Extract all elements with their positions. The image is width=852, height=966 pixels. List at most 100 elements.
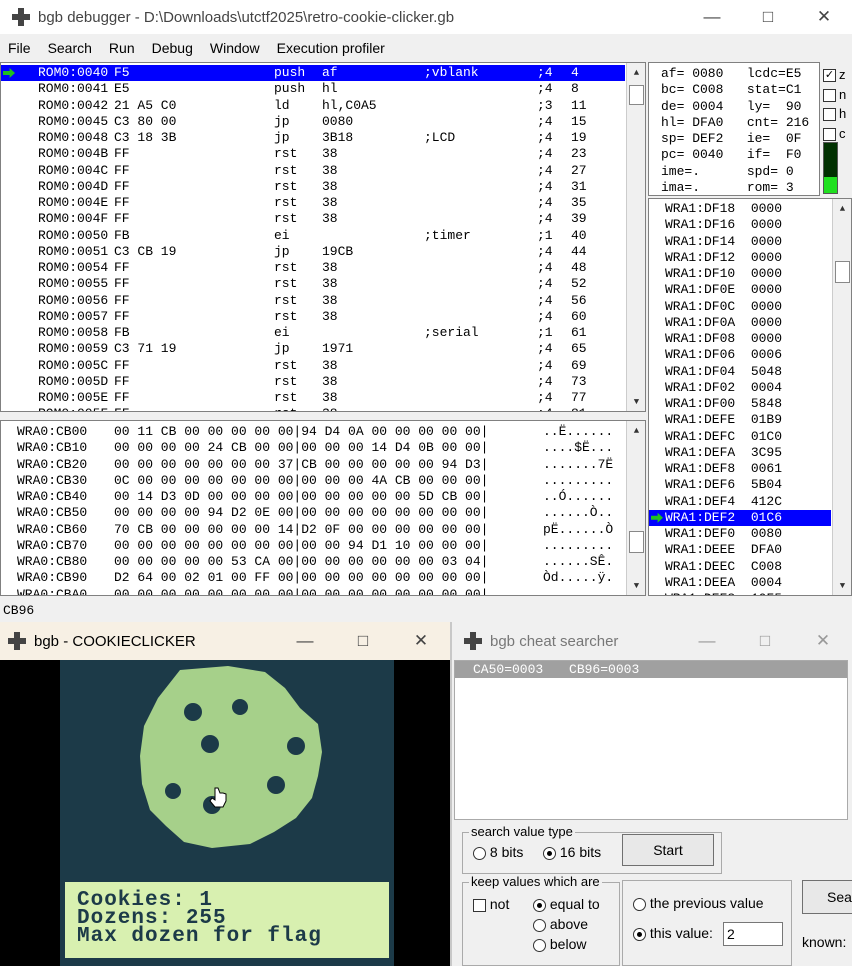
stack-row[interactable]: WRA1:DF10 0000	[649, 266, 831, 282]
cheat-results-row[interactable]: CA50=0003 CB96=0003	[455, 661, 847, 678]
memory-row[interactable]: WRA0:CBA0 00 00 00 00 00 00 00 00|00 00 0…	[1, 587, 625, 596]
menu-execution-profiler[interactable]: Execution profiler	[269, 36, 394, 60]
registers-pane[interactable]: af= 0080 lcdc=E5 bc= C008 stat=C1 de= 0004…	[648, 62, 820, 196]
disasm-row[interactable]: ROM0:005C FF rst 38 ;4 69	[1, 358, 625, 374]
radio-previous[interactable]	[633, 897, 646, 911]
disassembly-pane[interactable]: ROM0:0040 F5 push af ;vblank ;4 4 ROM0:0041 E5 pu…	[0, 62, 646, 412]
memory-row[interactable]: WRA0:CB00 00 11 CB 00 00 00 00 00|94 D4 0…	[1, 424, 625, 440]
stack-row[interactable]: WRA1:DEF4 412C	[649, 494, 831, 510]
this-value-input[interactable]: 2	[723, 922, 783, 946]
stack-row[interactable]: WRA1:DF14 0000	[649, 234, 831, 250]
close-button[interactable]: ✕	[794, 624, 852, 658]
stack-row[interactable]: WRA1:DEF8 0061	[649, 461, 831, 477]
scroll-up-arrow-icon[interactable]: ▲	[627, 421, 645, 440]
disasm-row[interactable]: ROM0:005E FF rst 38 ;4 77	[1, 390, 625, 406]
option-above[interactable]: above	[533, 916, 588, 932]
stack-row[interactable]: WRA1:DEE8 10F5	[649, 591, 831, 595]
disasm-row[interactable]: ROM0:0056 FF rst 38 ;4 56	[1, 293, 625, 309]
option-this-value[interactable]: this value:	[633, 925, 713, 941]
disasm-row[interactable]: ROM0:0058 FB ei ;serial ;1 61	[1, 325, 625, 341]
flag-n[interactable]: n	[823, 85, 852, 105]
memory-row[interactable]: WRA0:CB10 00 00 00 00 24 CB 00 00|00 00 0…	[1, 440, 625, 456]
disasm-row[interactable]: ROM0:0048 C3 18 3B jp 3B18 ;LCD ;4 19	[1, 130, 625, 146]
disasm-row[interactable]: ROM0:005F FF rst 38 ;4 81	[1, 406, 625, 411]
game-titlebar[interactable]: bgb - COOKIECLICKER — □ ✕	[0, 622, 450, 660]
option-equal[interactable]: equal to	[533, 896, 600, 912]
disasm-row[interactable]: ROM0:0041 E5 push hl ;4 8	[1, 81, 625, 97]
disasm-row[interactable]: ROM0:004C FF rst 38 ;4 27	[1, 163, 625, 179]
flag-checkbox[interactable]: ✓	[823, 69, 836, 83]
scroll-up-arrow-icon[interactable]: ▲	[833, 199, 851, 218]
scroll-down-arrow-icon[interactable]: ▼	[833, 576, 851, 595]
maximize-button[interactable]: □	[740, 0, 796, 34]
close-button[interactable]: ✕	[796, 0, 852, 34]
search-button[interactable]: Sea	[802, 880, 852, 914]
menu-window[interactable]: Window	[202, 36, 269, 60]
scroll-down-arrow-icon[interactable]: ▼	[627, 392, 645, 411]
stack-row[interactable]: WRA1:DF0E 0000	[649, 282, 831, 298]
memory-row[interactable]: WRA0:CB50 00 00 00 00 94 D2 0E 00|00 00 0…	[1, 505, 625, 521]
cookie-sprite[interactable]	[60, 660, 394, 880]
scroll-down-arrow-icon[interactable]: ▼	[627, 576, 645, 595]
stack-row[interactable]: WRA1:DF0A 0000	[649, 315, 831, 331]
cheat-result-item[interactable]: CA50=0003	[473, 662, 543, 677]
flag-checkbox[interactable]	[823, 108, 836, 122]
minimize-button[interactable]: —	[276, 624, 334, 658]
flag-checkbox[interactable]	[823, 88, 836, 102]
memory-row[interactable]: WRA0:CB30 0C 00 00 00 00 00 00 00|00 00 0…	[1, 473, 625, 489]
stack-row[interactable]: WRA1:DF16 0000	[649, 217, 831, 233]
stack-row[interactable]: WRA1:DF04 5048	[649, 364, 831, 380]
memory-row[interactable]: WRA0:CB40 00 14 D3 0D 00 00 00 00|00 00 0…	[1, 489, 625, 505]
flag-z[interactable]: ✓ z	[823, 65, 852, 85]
memory-pane[interactable]: WRA0:CB00 00 11 CB 00 00 00 00 00|94 D4 0…	[0, 420, 646, 596]
disasm-row[interactable]: ROM0:0055 FF rst 38 ;4 52	[1, 276, 625, 292]
flag-checkbox[interactable]	[823, 127, 836, 141]
game-screen[interactable]: Cookies: 1 Dozens: 255 Max dozen for fla…	[60, 660, 394, 966]
flag-h[interactable]: h	[823, 104, 852, 124]
disasm-row[interactable]: ROM0:005D FF rst 38 ;4 73	[1, 374, 625, 390]
menu-debug[interactable]: Debug	[144, 36, 202, 60]
stack-row[interactable]: WRA1:DEFE 01B9	[649, 412, 831, 428]
maximize-button[interactable]: □	[736, 624, 794, 658]
minimize-button[interactable]: —	[678, 624, 736, 658]
stack-row[interactable]: WRA1:DEFC 01C0	[649, 429, 831, 445]
stack-row[interactable]: WRA1:DEF0 0080	[649, 526, 831, 542]
stack-row[interactable]: WRA1:DEEC C008	[649, 559, 831, 575]
scroll-thumb[interactable]	[629, 85, 644, 105]
disassembly-scrollbar[interactable]: ▲ ▼	[626, 63, 645, 411]
memory-row[interactable]: WRA0:CB80 00 00 00 00 00 53 CA 00|00 00 0…	[1, 554, 625, 570]
stack-row[interactable]: WRA1:DF12 0000	[649, 250, 831, 266]
memory-row[interactable]: WRA0:CB20 00 00 00 00 00 00 00 37|CB 00 0…	[1, 457, 625, 473]
maximize-button[interactable]: □	[334, 624, 392, 658]
disasm-row[interactable]: ROM0:0042 21 A5 C0 ld hl,C0A5 ;3 11	[1, 98, 625, 114]
scroll-thumb[interactable]	[629, 531, 644, 553]
stack-row[interactable]: WRA1:DEF6 5B04	[649, 477, 831, 493]
disasm-row[interactable]: ROM0:004E FF rst 38 ;4 35	[1, 195, 625, 211]
stack-row[interactable]: WRA1:DEF2 01C6	[649, 509, 831, 526]
menu-run[interactable]: Run	[101, 36, 144, 60]
memory-scrollbar[interactable]: ▲ ▼	[626, 421, 645, 595]
scroll-up-arrow-icon[interactable]: ▲	[627, 63, 645, 82]
stack-row[interactable]: WRA1:DF08 0000	[649, 331, 831, 347]
radio-16bits[interactable]	[543, 846, 556, 860]
stack-row[interactable]: WRA1:DEFA 3C95	[649, 445, 831, 461]
disasm-row[interactable]: ROM0:004B FF rst 38 ;4 23	[1, 146, 625, 162]
radio-above[interactable]	[533, 918, 546, 932]
radio-8bits[interactable]	[473, 846, 486, 860]
disasm-row[interactable]: ROM0:0045 C3 80 00 jp 0080 ;4 15	[1, 114, 625, 130]
option-below[interactable]: below	[533, 936, 586, 952]
disasm-row[interactable]: ROM0:0059 C3 71 19 jp 1971 ;4 65	[1, 341, 625, 357]
cheat-titlebar[interactable]: bgb cheat searcher — □ ✕	[452, 622, 852, 660]
radio-this-value[interactable]	[633, 927, 646, 941]
stack-row[interactable]: WRA1:DEEA 0004	[649, 575, 831, 591]
flag-c[interactable]: c	[823, 124, 852, 144]
radio-equal[interactable]	[533, 898, 546, 912]
stack-row[interactable]: WRA1:DEEE DFA0	[649, 542, 831, 558]
stack-row[interactable]: WRA1:DF00 5848	[649, 396, 831, 412]
stack-row[interactable]: WRA1:DF18 0000	[649, 201, 831, 217]
minimize-button[interactable]: —	[684, 0, 740, 34]
memory-row[interactable]: WRA0:CB90 D2 64 00 02 01 00 FF 00|00 00 0…	[1, 570, 625, 586]
close-button[interactable]: ✕	[392, 624, 450, 658]
stack-row[interactable]: WRA1:DF02 0004	[649, 380, 831, 396]
option-previous[interactable]: the previous value	[633, 895, 764, 911]
